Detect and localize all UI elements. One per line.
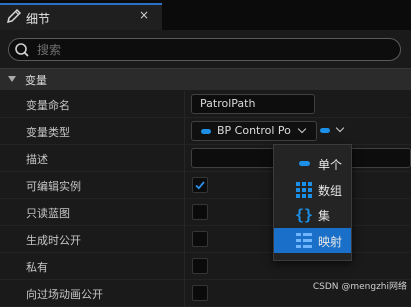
menu-label-map: 映射	[318, 235, 343, 249]
chevron-down-icon	[335, 123, 345, 133]
set-braces-icon: {}	[295, 206, 313, 224]
column-divider	[184, 91, 185, 118]
private-checkbox[interactable]	[192, 258, 208, 274]
column-divider	[184, 118, 185, 145]
blueprint-readonly-checkbox[interactable]	[192, 204, 208, 220]
svg-text:{}: {}	[295, 206, 313, 223]
row-variable-name: 变量命名 PatrolPath	[0, 91, 411, 118]
menu-item-map[interactable]: 映射	[274, 228, 351, 253]
category-variables[interactable]: 变量	[0, 68, 411, 90]
category-label: 变量	[25, 74, 47, 87]
chevron-down-icon	[8, 76, 16, 82]
map-grid-icon	[295, 232, 313, 249]
menu-item-array[interactable]: 数组	[274, 177, 351, 202]
watermark: CSDN @mengzhi网络	[312, 282, 407, 292]
description-label: 描述	[26, 153, 48, 166]
column-divider	[184, 253, 185, 280]
column-divider	[184, 226, 185, 253]
chevron-down-icon	[297, 124, 307, 134]
tab-bar: 细节 ×	[0, 0, 411, 30]
search-box	[8, 38, 401, 61]
expose-to-cinematics-checkbox[interactable]	[192, 285, 208, 301]
tab-details[interactable]: 细节 ×	[0, 3, 162, 30]
private-label: 私有	[26, 261, 48, 274]
variable-name-field[interactable]: PatrolPath	[191, 94, 315, 114]
column-divider	[184, 199, 185, 226]
row-variable-type: 变量类型 BP Control Po	[0, 118, 411, 145]
single-pill-icon	[320, 128, 330, 133]
column-divider	[184, 280, 185, 307]
expose-on-spawn-label: 生成时公开	[26, 234, 81, 247]
array-grid-icon	[295, 181, 313, 198]
tab-title: 细节	[26, 12, 51, 26]
menu-label-single: 单个	[318, 158, 343, 172]
search-icon	[14, 42, 30, 58]
single-pill-icon	[295, 155, 313, 172]
container-type-menu: 单个 数组 {} 集 映射	[273, 144, 352, 261]
menu-item-single[interactable]: 单个	[274, 151, 351, 176]
instance-editable-checkbox[interactable]	[192, 177, 208, 193]
instance-editable-label: 可编辑实例	[26, 180, 81, 193]
blueprint-readonly-label: 只读蓝图	[26, 207, 70, 220]
variable-type-value: BP Control Po	[217, 124, 291, 137]
container-type-dropdown[interactable]	[317, 121, 349, 141]
column-divider	[184, 172, 185, 199]
column-divider	[184, 145, 185, 172]
checkmark-icon	[195, 181, 205, 190]
search-input[interactable]	[37, 40, 387, 59]
type-pill-icon	[201, 129, 211, 134]
pencil-icon	[5, 7, 23, 25]
variable-type-label: 变量类型	[26, 126, 70, 139]
variable-type-dropdown[interactable]: BP Control Po	[191, 121, 317, 141]
expose-on-spawn-checkbox[interactable]	[192, 231, 208, 247]
expose-to-cinematics-label: 向过场动画公开	[26, 288, 103, 301]
menu-item-set[interactable]: {} 集	[274, 202, 351, 227]
menu-label-array: 数组	[318, 184, 343, 198]
close-icon[interactable]: ×	[139, 8, 149, 22]
variable-name-label: 变量命名	[26, 99, 70, 112]
menu-label-set: 集	[318, 209, 331, 223]
